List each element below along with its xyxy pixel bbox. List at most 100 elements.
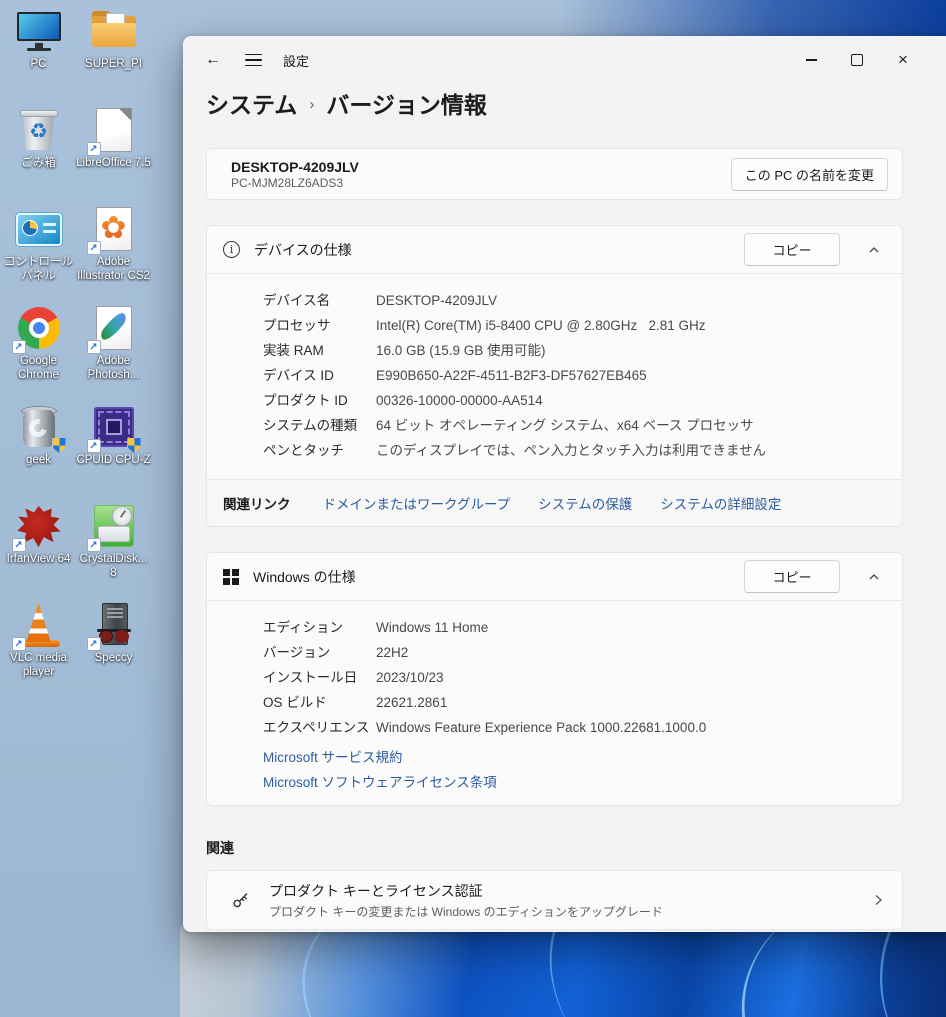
breadcrumb-parent[interactable]: システム — [206, 86, 297, 120]
product-key-activation-row[interactable]: プロダクト キーとライセンス認証 プロダクト キーの変更または Windows … — [206, 870, 903, 930]
desktop-icon-label: コントロール パネル — [1, 256, 76, 284]
desktop-icon-label: PC — [1, 58, 76, 72]
link-advanced-system-settings[interactable]: システムの詳細設定 — [660, 493, 781, 513]
irfanview-splat-icon — [14, 501, 64, 551]
titlebar: ← 設定 × — [183, 36, 946, 84]
desktop-icon-label: LibreOffice 7.5 — [76, 157, 151, 171]
desktop-icon-label: SUPER_PI — [76, 58, 151, 72]
pc-monitor-icon — [14, 6, 64, 56]
libreoffice-document-icon — [89, 105, 139, 155]
collapse-chevron-icon[interactable] — [854, 233, 894, 267]
menu-icon[interactable] — [237, 44, 269, 76]
desktop-icon-speccy[interactable]: Speccy — [76, 600, 151, 699]
product-key-subtitle: プロダクト キーの変更または Windows のエディションをアップグレード — [269, 903, 663, 920]
spec-row: デバイス名DESKTOP-4209JLV — [263, 288, 886, 313]
spec-row: プロセッサIntel(R) Core(TM) i5-8400 CPU @ 2.8… — [263, 313, 886, 338]
page-title: バージョン情報 — [326, 86, 487, 120]
minimize-button[interactable] — [788, 43, 834, 77]
desktop-icon-label: Adobe Photosh... — [76, 355, 151, 383]
illustrator-flower-icon — [89, 204, 139, 254]
spec-row: ペンとタッチこのディスプレイでは、ペン入力とタッチ入力は利用できません — [263, 438, 886, 463]
app-title: 設定 — [283, 51, 309, 70]
caption-buttons: × — [788, 43, 926, 77]
desktop-icon-label: Adobe Illustrator CS2 — [76, 256, 151, 284]
geek-uninstaller-icon — [14, 402, 64, 452]
desktop-icon-label: ごみ箱 — [1, 157, 76, 171]
desktop-icon-crystaldisk[interactable]: CrystalDisk... 8 — [76, 501, 151, 600]
link-system-protection[interactable]: システムの保護 — [538, 493, 632, 513]
desktop-icons: PC SUPER_PI ごみ箱 LibreOffice 7.5 コントロール パ… — [1, 6, 153, 699]
spec-row: バージョン22H2 — [263, 640, 886, 665]
link-microsoft-software-license[interactable]: Microsoft ソフトウェアライセンス条項 — [263, 771, 886, 791]
link-domain-workgroup[interactable]: ドメインまたはワークグループ — [323, 493, 511, 513]
rename-pc-button[interactable]: この PC の名前を変更 — [731, 158, 888, 191]
shortcut-arrow-icon — [87, 340, 101, 354]
windows-spec-header[interactable]: Windows の仕様 コピー — [207, 553, 902, 600]
desktop-icon-geek[interactable]: geek — [1, 402, 76, 501]
spec-row: プロダクト ID00326-10000-00000-AA514 — [263, 388, 886, 413]
product-key-title: プロダクト キーとライセンス認証 — [269, 881, 663, 901]
device-name-card: DESKTOP-4209JLV PC-MJM28LZ6ADS3 この PC の名… — [206, 148, 903, 200]
device-name: DESKTOP-4209JLV — [231, 159, 359, 175]
microsoft-links: Microsoft サービス規約 Microsoft ソフトウェアライセンス条項 — [207, 744, 902, 805]
info-icon — [223, 241, 240, 258]
wallpaper-bloom — [180, 927, 946, 1017]
desktop-icon-label: CrystalDisk... 8 — [76, 553, 151, 581]
chrome-icon — [14, 303, 64, 353]
desktop-icon-label: IrfanView 64 — [1, 553, 76, 567]
maximize-button[interactable] — [834, 43, 880, 77]
spec-row: デバイス IDE990B650-A22F-4511-B2F3-DF57627EB… — [263, 363, 886, 388]
desktop-icon-photoshop[interactable]: Adobe Photosh... — [76, 303, 151, 402]
windows-logo-icon — [223, 569, 239, 585]
windows-spec-card: Windows の仕様 コピー エディションWindows 11 Home バー… — [206, 552, 903, 806]
close-button[interactable]: × — [880, 43, 926, 77]
desktop-icon-recycle-bin[interactable]: ごみ箱 — [1, 105, 76, 204]
copy-windows-spec-button[interactable]: コピー — [744, 560, 840, 593]
spec-row: OS ビルド22621.2861 — [263, 690, 886, 715]
link-microsoft-services-agreement[interactable]: Microsoft サービス規約 — [263, 746, 886, 766]
spec-row: システムの種類64 ビット オペレーティング システム、x64 ベース プロセッ… — [263, 413, 886, 438]
shortcut-arrow-icon — [87, 538, 101, 552]
settings-content: DESKTOP-4209JLV PC-MJM28LZ6ADS3 この PC の名… — [183, 118, 946, 932]
spec-row: インストール日2023/10/23 — [263, 665, 886, 690]
recycle-bin-icon — [14, 105, 64, 155]
related-links-label: 関連リンク — [223, 493, 291, 513]
shortcut-arrow-icon — [87, 241, 101, 255]
device-spec-header[interactable]: デバイスの仕様 コピー — [207, 226, 902, 273]
desktop-icon-control-panel[interactable]: コントロール パネル — [1, 204, 76, 303]
back-button[interactable]: ← — [197, 44, 229, 76]
device-spec-title: デバイスの仕様 — [254, 240, 352, 260]
desktop-icon-super-pi[interactable]: SUPER_PI — [76, 6, 151, 105]
desktop-icon-irfanview[interactable]: IrfanView 64 — [1, 501, 76, 600]
shortcut-arrow-icon — [12, 538, 26, 552]
control-panel-icon — [14, 204, 64, 254]
copy-device-spec-button[interactable]: コピー — [744, 233, 840, 266]
shortcut-arrow-icon — [12, 340, 26, 354]
desktop-icon-label: geek — [1, 454, 76, 468]
settings-window: ← 設定 × システム › バージョン情報 DESKTOP-4209JLV PC… — [183, 36, 946, 932]
desktop-icon-pc[interactable]: PC — [1, 6, 76, 105]
desktop-icon-label: CPUID CPU-Z — [76, 454, 151, 468]
shortcut-arrow-icon — [87, 637, 101, 651]
desktop-icon-vlc[interactable]: VLC media player — [1, 600, 76, 699]
desktop-icon-illustrator[interactable]: Adobe Illustrator CS2 — [76, 204, 151, 303]
shortcut-arrow-icon — [12, 637, 26, 651]
desktop-icon-libreoffice[interactable]: LibreOffice 7.5 — [76, 105, 151, 204]
device-spec-body: デバイス名DESKTOP-4209JLV プロセッサIntel(R) Core(… — [207, 273, 902, 479]
crystaldisk-icon — [89, 501, 139, 551]
desktop-icon-cpuz[interactable]: CPUID CPU-Z — [76, 402, 151, 501]
related-section-title: 関連 — [206, 838, 903, 858]
device-spec-card: デバイスの仕様 コピー デバイス名DESKTOP-4209JLV プロセッサIn… — [206, 225, 903, 527]
windows-spec-title: Windows の仕様 — [253, 567, 356, 587]
desktop-icon-label: Speccy — [76, 652, 151, 666]
desktop-icon-chrome[interactable]: Google Chrome — [1, 303, 76, 402]
collapse-chevron-icon[interactable] — [854, 560, 894, 594]
chevron-right-icon: › — [309, 93, 314, 113]
folder-icon — [89, 6, 139, 56]
speccy-tower-icon — [89, 600, 139, 650]
uac-shield-icon — [53, 438, 66, 453]
wallpaper-petal — [271, 927, 549, 1017]
desktop-icon-label: VLC media player — [1, 652, 76, 680]
uac-shield-icon — [128, 438, 141, 453]
breadcrumb: システム › バージョン情報 — [183, 84, 946, 118]
